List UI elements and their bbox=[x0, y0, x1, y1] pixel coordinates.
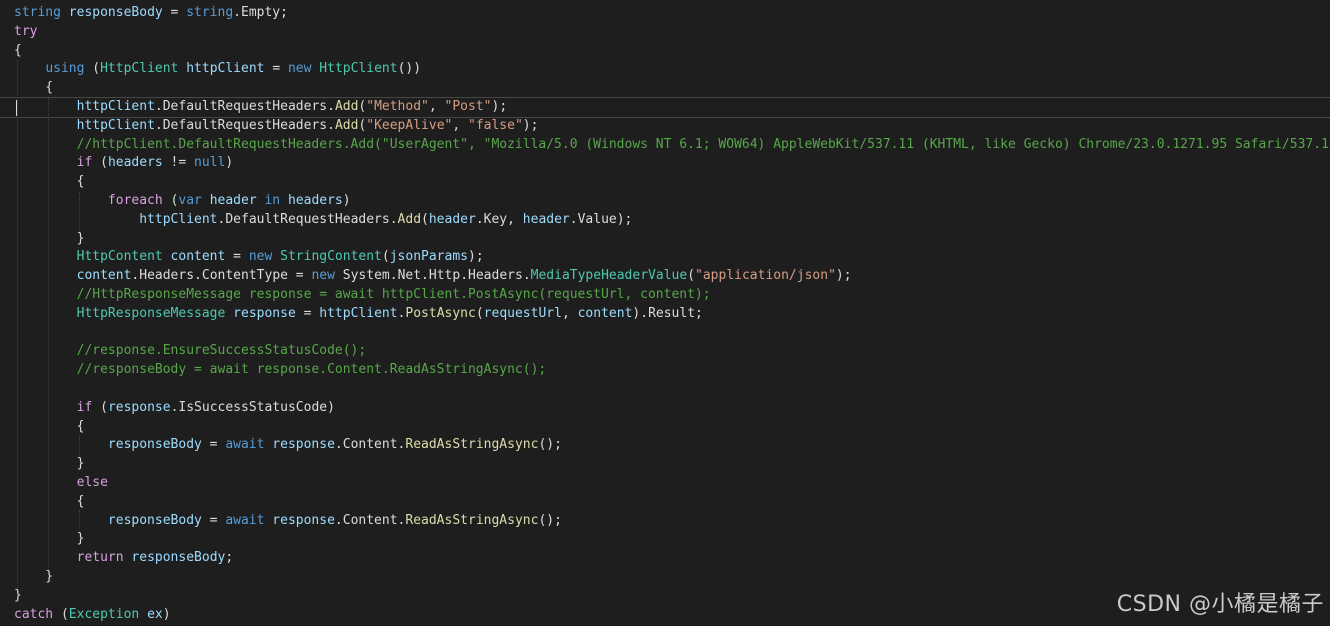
code-line[interactable]: HttpResponseMessage response = httpClien… bbox=[14, 305, 1330, 324]
code-line[interactable]: ​ bbox=[14, 380, 1330, 399]
code-line[interactable]: httpClient.DefaultRequestHeaders.Add("Ke… bbox=[14, 117, 1330, 136]
code-line[interactable]: { bbox=[14, 493, 1330, 512]
code-line[interactable]: //responseBody = await response.Content.… bbox=[14, 361, 1330, 380]
code-line[interactable]: //response.EnsureSuccessStatusCode(); bbox=[14, 342, 1330, 361]
code-line[interactable]: foreach (var header in headers) bbox=[14, 192, 1330, 211]
code-line[interactable]: HttpContent content = new StringContent(… bbox=[14, 248, 1330, 267]
code-line[interactable]: if (response.IsSuccessStatusCode) bbox=[14, 399, 1330, 418]
code-line[interactable]: { bbox=[14, 42, 1330, 61]
watermark: CSDN @小橘是橘子 bbox=[1116, 592, 1324, 617]
code-line[interactable]: responseBody = await response.Content.Re… bbox=[14, 436, 1330, 455]
code-editor[interactable]: string responseBody = string.Empty; try{ … bbox=[0, 0, 1330, 626]
code-line[interactable]: else bbox=[14, 474, 1330, 493]
code-line[interactable]: { bbox=[14, 418, 1330, 437]
code-line[interactable]: httpClient.DefaultRequestHeaders.Add(hea… bbox=[14, 211, 1330, 230]
code-line[interactable]: { bbox=[14, 79, 1330, 98]
code-line[interactable]: } bbox=[14, 568, 1330, 587]
code-line[interactable]: string responseBody = string.Empty; bbox=[14, 4, 1330, 23]
code-line[interactable]: //HttpResponseMessage response = await h… bbox=[14, 286, 1330, 305]
code-line[interactable]: responseBody = await response.Content.Re… bbox=[14, 512, 1330, 531]
code-line[interactable]: return responseBody; bbox=[14, 549, 1330, 568]
code-line[interactable]: { bbox=[14, 173, 1330, 192]
code-line[interactable]: } bbox=[14, 530, 1330, 549]
code-line[interactable]: using (HttpClient httpClient = new HttpC… bbox=[14, 60, 1330, 79]
code-line[interactable]: if (headers != null) bbox=[14, 154, 1330, 173]
code-text[interactable]: string responseBody = string.Empty; try{ … bbox=[0, 4, 1330, 626]
code-line[interactable]: try bbox=[14, 23, 1330, 42]
code-line[interactable]: ​ bbox=[14, 324, 1330, 343]
code-line[interactable]: content.Headers.ContentType = new System… bbox=[14, 267, 1330, 286]
code-line[interactable]: //httpClient.DefaultRequestHeaders.Add("… bbox=[14, 136, 1330, 155]
text-caret bbox=[16, 100, 17, 116]
code-line[interactable]: httpClient.DefaultRequestHeaders.Add("Me… bbox=[0, 96, 1330, 118]
code-line[interactable]: } bbox=[14, 455, 1330, 474]
code-line[interactable]: } bbox=[14, 230, 1330, 249]
